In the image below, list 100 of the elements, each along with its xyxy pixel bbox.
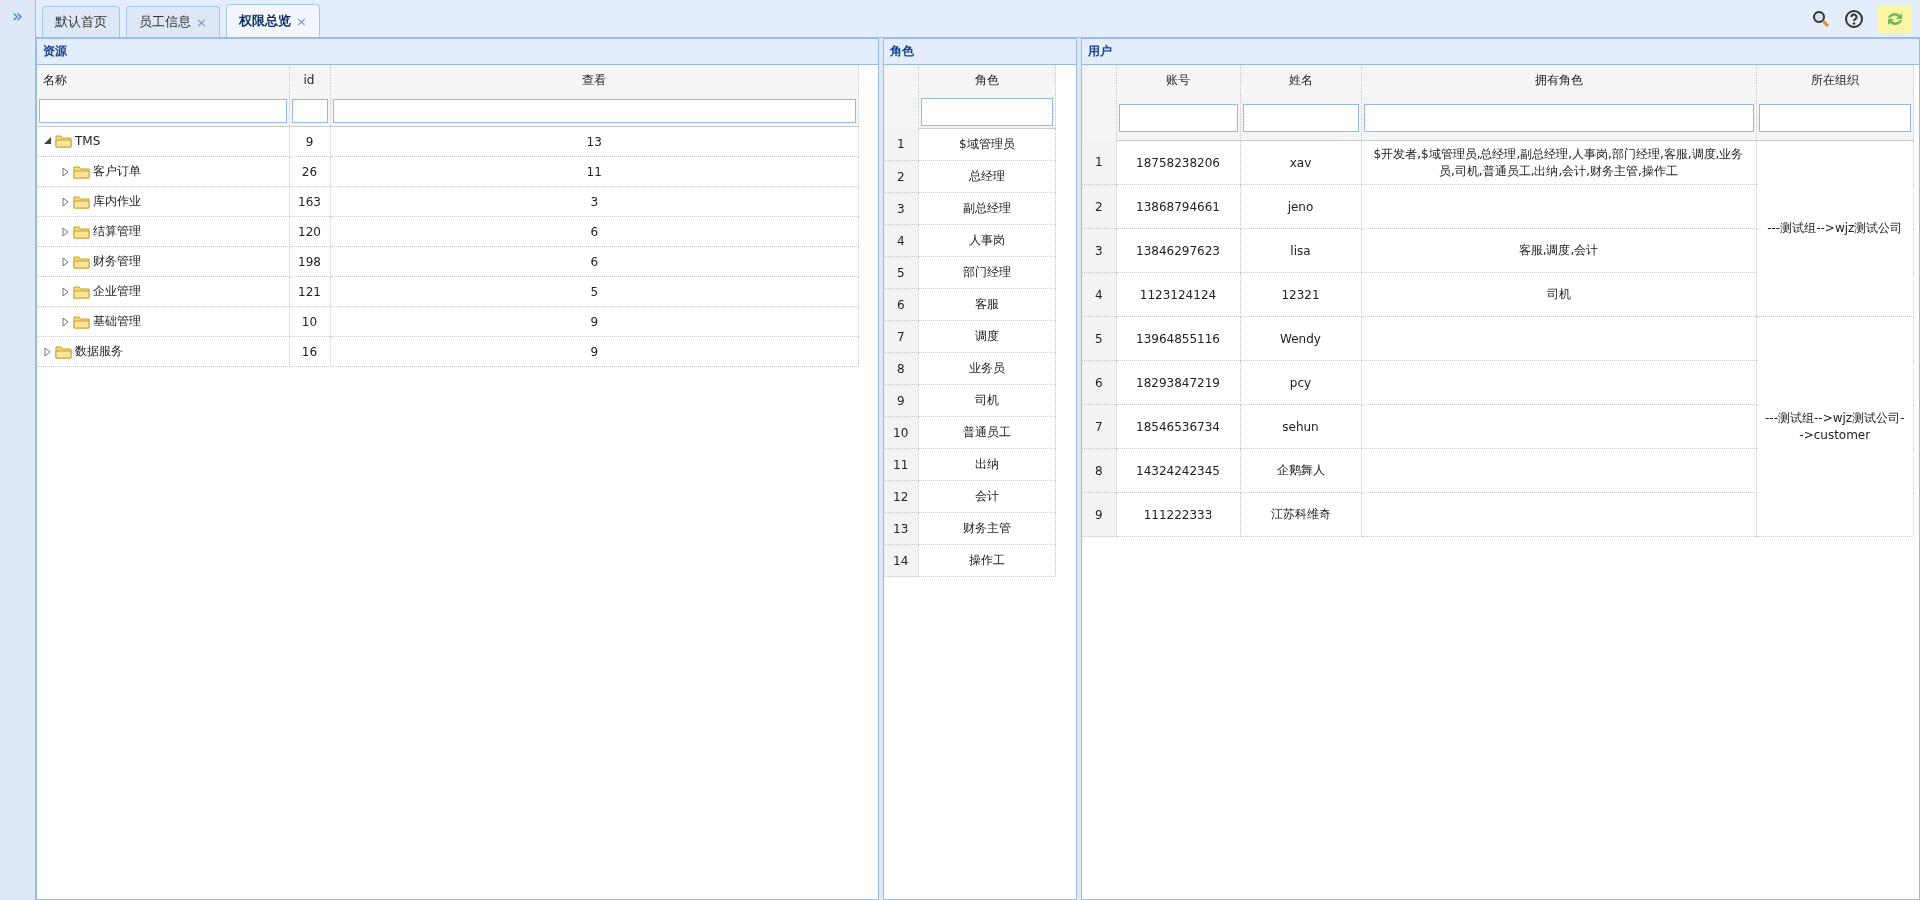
folder-icon [73,194,90,209]
table-cell: 18758238206 [1116,140,1240,185]
table-cell: 111222333 [1116,492,1240,537]
tree-node-label[interactable]: 结算管理 [93,223,141,240]
expand-arrow-icon[interactable] [61,316,70,327]
filter-field[interactable] [1758,103,1911,132]
row-number: 4 [884,224,918,257]
tab[interactable]: 员工信息 × [126,6,220,37]
row-number: 2 [1082,184,1116,229]
table-cell: 6 [330,246,859,277]
column-header: 名称 [37,65,289,95]
table-cell[interactable]: 调度 [918,320,1056,353]
table-cell[interactable]: 客服 [918,288,1056,321]
collapse-arrow-icon[interactable] [43,136,52,146]
table-cell[interactable]: 司机 [918,384,1056,417]
table-cell: $开发者,$域管理员,总经理,副总经理,人事岗,部门经理,客服,调度,业务员,司机,普通员工,出纳,会计,财务主管,操作工 [1361,140,1756,185]
table-cell: 企鹅舞人 [1240,448,1361,493]
table-cell[interactable]: 操作工 [918,544,1056,577]
panel-title: 用户 [1082,39,1919,65]
help-icon[interactable] [1844,8,1864,29]
filter-field[interactable] [1363,103,1754,132]
search-icon[interactable] [1812,9,1830,28]
row-number: 7 [884,320,918,353]
expand-arrow-icon[interactable] [61,286,70,297]
tree-node-label[interactable]: 客户订单 [93,163,141,180]
row-number: 5 [1082,316,1116,361]
column-header: 姓名 [1240,65,1361,95]
tree-node-label[interactable]: 数据服务 [75,343,123,360]
row-number: 5 [884,256,918,289]
folder-icon [55,134,72,148]
column-header: 拥有角色 [1361,65,1756,95]
tab[interactable]: 默认首页 [42,6,120,37]
table-cell[interactable]: 副总经理 [918,192,1056,225]
row-number: 9 [1082,492,1116,537]
tab[interactable]: 权限总览 × [225,4,320,37]
table-cell: 9 [330,336,859,367]
row-number: 14 [884,544,918,577]
table-cell[interactable]: 会计 [918,480,1056,513]
filter-field[interactable] [1242,103,1359,132]
row-number: 3 [1082,228,1116,273]
table-cell: 3 [330,186,859,217]
table-cell: 6 [330,216,859,247]
row-number: 8 [1082,448,1116,493]
tree-node-label[interactable]: 企业管理 [93,283,141,300]
tree-node-label[interactable]: 财务管理 [93,253,141,270]
expand-arrow-icon[interactable] [43,346,52,357]
filter-field[interactable] [39,98,287,123]
table-cell[interactable]: 财务主管 [918,512,1056,545]
expand-arrow-icon[interactable] [61,256,70,267]
table-cell: 13964855116 [1116,316,1240,361]
table-cell[interactable]: $域管理员 [918,128,1056,161]
expand-arrow-icon[interactable] [61,196,70,207]
column-header: 查看 [330,65,859,95]
table-cell[interactable]: 出纳 [918,448,1056,481]
row-number: 3 [884,192,918,225]
table-cell[interactable]: 人事岗 [918,224,1056,257]
expand-arrow-icon[interactable] [61,226,70,237]
table-cell[interactable]: 普通员工 [918,416,1056,449]
row-number: 11 [884,448,918,481]
table-cell: 14324242345 [1116,448,1240,493]
tree-node-label[interactable]: TMS [75,134,101,148]
row-number: 7 [1082,404,1116,449]
table-cell: 9 [289,126,330,157]
row-number: 6 [884,288,918,321]
table-cell: lisa [1240,228,1361,273]
table-cell[interactable]: 总经理 [918,160,1056,193]
folder-icon [73,254,90,269]
filter-field[interactable] [920,97,1053,126]
table-cell: 13868794661 [1116,184,1240,229]
table-cell: jeno [1240,184,1361,229]
tree-node-label[interactable]: 基础管理 [93,313,141,330]
folder-icon [55,344,72,359]
table-cell: 1123124124 [1116,272,1240,317]
table-cell: 10 [289,306,330,337]
table-cell: xav [1240,140,1361,185]
table-cell[interactable]: 部门经理 [918,256,1056,289]
filter-field[interactable] [332,98,856,123]
table-cell: 司机 [1361,272,1756,317]
row-number: 10 [884,416,918,449]
row-number: 13 [884,512,918,545]
tree-node-label[interactable]: 库内作业 [93,193,141,210]
row-number: 2 [884,160,918,193]
table-cell: 16 [289,336,330,367]
panel-title: 资源 [37,39,878,65]
folder-icon [73,284,90,299]
filter-field[interactable] [291,98,328,123]
table-cell[interactable]: 业务员 [918,352,1056,385]
expand-arrow-icon[interactable] [61,166,70,177]
column-header: id [289,65,330,95]
row-number: 1 [884,128,918,161]
table-cell: Wendy [1240,316,1361,361]
table-cell: ---测试组-->wjz测试公司 [1756,140,1914,317]
refresh-button[interactable] [1878,4,1912,33]
table-cell: 5 [330,276,859,307]
table-cell: 121 [289,276,330,307]
row-number: 6 [1082,360,1116,405]
table-cell: 11 [330,156,859,187]
folder-icon [73,224,90,239]
filter-field[interactable] [1118,103,1238,132]
table-cell: 120 [289,216,330,247]
